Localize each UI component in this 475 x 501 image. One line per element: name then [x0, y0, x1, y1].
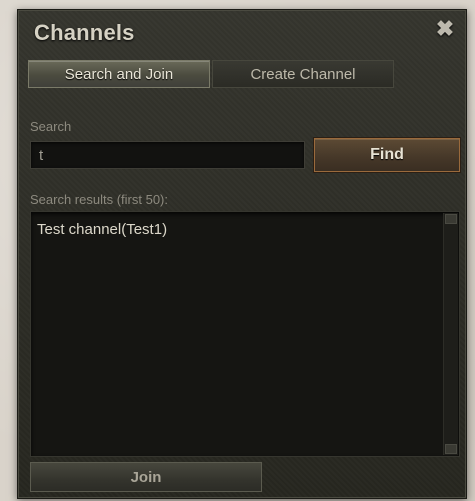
window-title: Channels: [34, 20, 135, 45]
join-button[interactable]: Join: [30, 462, 262, 492]
results-list: Test channel(Test1): [31, 212, 441, 456]
results-label: Search results (first 50):: [30, 192, 168, 207]
search-input[interactable]: [30, 141, 305, 169]
scrollbar[interactable]: [443, 213, 458, 455]
results-panel: Test channel(Test1): [30, 211, 460, 457]
tab-create-channel[interactable]: Create Channel: [212, 60, 394, 88]
scroll-up-button[interactable]: [445, 214, 457, 224]
scroll-down-button[interactable]: [445, 444, 457, 454]
find-button[interactable]: Find: [314, 138, 460, 172]
channels-window: Channels ✖ Search and Join Create Channe…: [17, 9, 467, 499]
search-label: Search: [30, 119, 72, 134]
tab-search-and-join[interactable]: Search and Join: [28, 60, 210, 88]
list-item[interactable]: Test channel(Test1): [37, 221, 435, 239]
close-icon[interactable]: ✖: [434, 18, 456, 40]
